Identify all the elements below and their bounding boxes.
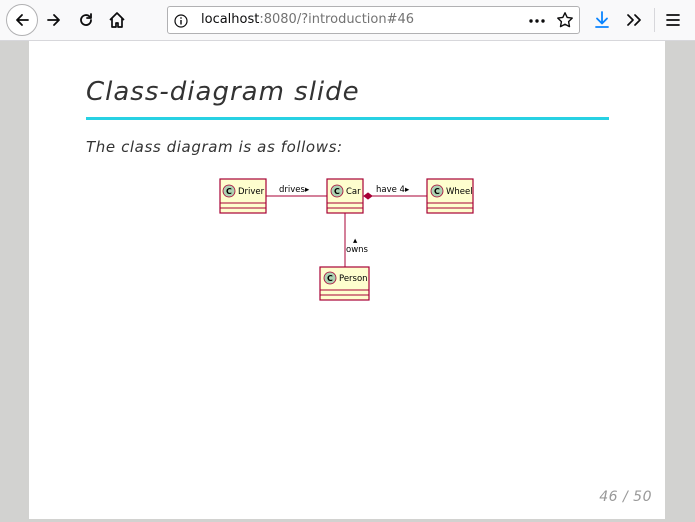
class-c-letter: C (226, 187, 232, 196)
reload-icon (80, 13, 92, 26)
class-wheel[interactable]: C Wheel (426, 178, 474, 214)
class-name: Car (346, 187, 361, 197)
double-chevron-icon (627, 14, 641, 26)
bookmark-star-icon[interactable] (556, 11, 574, 33)
forward-arrow-icon (47, 14, 60, 26)
back-arrow-icon (16, 14, 29, 26)
page-viewport: Class-diagram slide The class diagram is… (0, 41, 695, 522)
url-bar[interactable]: localhost:8080/?introduction#46 (167, 6, 580, 34)
owns-label: owns (346, 245, 369, 255)
hamburger-menu-icon (666, 14, 680, 26)
class-name: Person (339, 274, 368, 284)
slide: Class-diagram slide The class diagram is… (29, 41, 665, 519)
browser-toolbar: localhost:8080/?introduction#46 (0, 0, 695, 41)
class-car[interactable]: C Car (326, 178, 364, 214)
overflow-button[interactable] (619, 5, 649, 35)
page-number: 46 / 50 (599, 489, 652, 505)
back-button[interactable] (6, 4, 38, 36)
url-text[interactable]: localhost:8080/?introduction#46 (201, 12, 414, 27)
download-arrow-icon (595, 11, 609, 28)
class-c-letter: C (434, 187, 440, 196)
class-driver[interactable]: C Driver (219, 178, 267, 214)
page-actions-icon[interactable] (528, 13, 546, 32)
drives-label: drives▸ (279, 185, 310, 195)
home-button[interactable] (102, 5, 132, 35)
class-diagram: drives▸ have 4▸ ▴ owns C Driver C Car C … (219, 178, 474, 301)
url-path: :8080/?introduction#46 (259, 12, 415, 27)
toolbar-separator (654, 8, 655, 32)
class-c-letter: C (334, 187, 340, 196)
class-name: Wheel (446, 187, 473, 197)
info-icon[interactable] (174, 13, 188, 32)
url-host: localhost (201, 12, 260, 27)
class-name: Driver (238, 187, 265, 197)
forward-button[interactable] (39, 5, 69, 35)
downloads-button[interactable] (587, 5, 617, 35)
menu-button[interactable] (658, 5, 688, 35)
reload-button[interactable] (71, 5, 101, 35)
class-c-letter: C (327, 274, 333, 283)
home-icon (109, 12, 125, 28)
class-person[interactable]: C Person (319, 266, 370, 301)
composition-diamond (363, 192, 373, 200)
have-label: have 4▸ (376, 185, 410, 195)
